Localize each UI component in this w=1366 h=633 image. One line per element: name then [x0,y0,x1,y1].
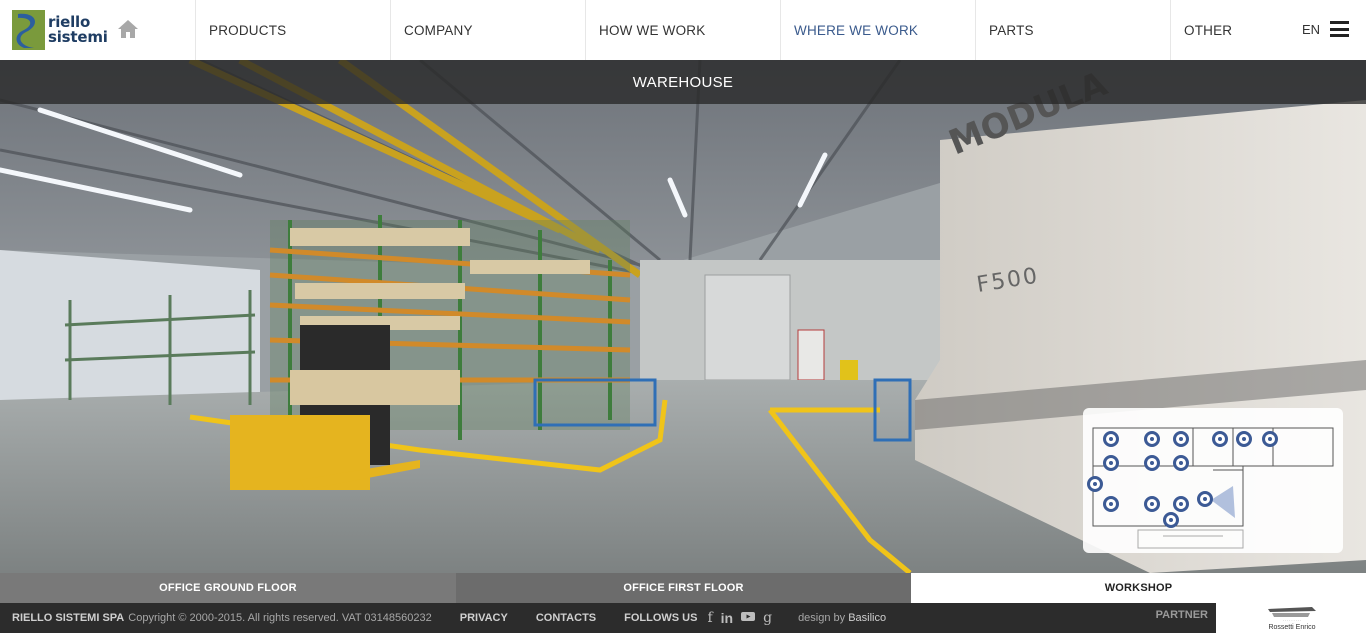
partner-name: Rossetti Enrico [1268,624,1316,631]
location-tabs: OFFICE GROUND FLOOR OFFICE FIRST FLOOR W… [0,573,1366,603]
floor-plan-hotspot[interactable] [1212,431,1228,447]
brand-area: riello sistemi [0,0,195,60]
footer-follow-label: FOLLOWS US [624,612,698,624]
location-title-bar: WAREHOUSE [0,60,1366,104]
youtube-icon[interactable] [741,609,756,627]
floor-plan-hotspot[interactable] [1262,431,1278,447]
floor-plan-hotspot[interactable] [1144,431,1160,447]
floor-plan-hotspot[interactable] [1236,431,1252,447]
nav-company[interactable]: COMPANY [390,0,585,60]
tab-office-ground-floor[interactable]: OFFICE GROUND FLOOR [0,573,456,603]
logo-text: riello sistemi [48,15,108,45]
footer-link-contacts[interactable]: CONTACTS [536,612,596,624]
home-icon[interactable] [117,19,139,39]
logo-line-2: sistemi [48,28,108,46]
design-prefix: design by [798,612,846,624]
social-links: f in g [707,609,772,627]
footer-copyright: Copyright © 2000-2015. All rights reserv… [128,612,432,624]
floor-plan-hotspot[interactable] [1103,496,1119,512]
floor-plan-hotspot[interactable] [1173,431,1189,447]
floor-plan-hotspot[interactable] [1103,431,1119,447]
partner-logo-mark-icon: · · · · · · · · · [1268,607,1316,623]
riello-sistemi-logo[interactable]: riello sistemi [12,10,108,50]
nav-other[interactable]: OTHER [1170,0,1290,60]
footer-link-privacy[interactable]: PRIVACY [460,612,508,624]
panorama-viewer[interactable]: MODULA F500 WAREHOUSE [0,60,1366,573]
footer-partner-label: PARTNER [1155,609,1208,621]
floor-plan-hotspot[interactable] [1103,455,1119,471]
floor-plan-hotspot[interactable] [1173,496,1189,512]
linkedin-icon[interactable]: in [721,610,733,626]
floor-plan-minimap[interactable] [1083,408,1343,553]
nav-how-we-work[interactable]: HOW WE WORK [585,0,780,60]
tab-office-first-floor[interactable]: OFFICE FIRST FLOOR [456,573,911,603]
top-header: riello sistemi PRODUCTS COMPANY HOW WE W… [0,0,1366,60]
floor-plan-hotspot[interactable] [1144,496,1160,512]
footer-design-credit: design by Basilico [798,612,886,624]
facebook-icon[interactable]: f [707,610,712,626]
google-plus-icon[interactable]: g [763,610,772,626]
location-title: WAREHOUSE [632,73,734,91]
main-nav: PRODUCTS COMPANY HOW WE WORK WHERE WE WO… [195,0,1366,60]
language-selector[interactable]: EN [1302,22,1320,37]
tab-workshop[interactable]: WORKSHOP [911,573,1366,603]
partner-logo[interactable]: · · · · · · · · · Rossetti Enrico [1266,603,1318,633]
floor-plan-drawing [1092,427,1334,549]
floor-plan-hotspot[interactable] [1173,455,1189,471]
nav-products[interactable]: PRODUCTS [195,0,390,60]
design-agency-link[interactable]: Basilico [848,612,886,624]
floor-plan-hotspot[interactable] [1163,512,1179,528]
floor-plan-hotspot[interactable] [1087,476,1103,492]
hamburger-menu-icon[interactable] [1330,21,1349,37]
site-footer: RIELLO SISTEMI SPA Copyright © 2000-2015… [0,603,1216,633]
floor-plan-hotspot[interactable] [1144,455,1160,471]
nav-parts[interactable]: PARTS [975,0,1170,60]
logo-mark-icon [12,10,45,50]
nav-where-we-work[interactable]: WHERE WE WORK [780,0,975,60]
partner-box: · · · · · · · · · Rossetti Enrico [1216,603,1366,633]
svg-text:· · · · · · · · ·: · · · · · · · · · [1283,619,1301,623]
floor-plan-hotspot[interactable] [1197,491,1213,507]
footer-company-name: RIELLO SISTEMI SPA [12,612,125,624]
